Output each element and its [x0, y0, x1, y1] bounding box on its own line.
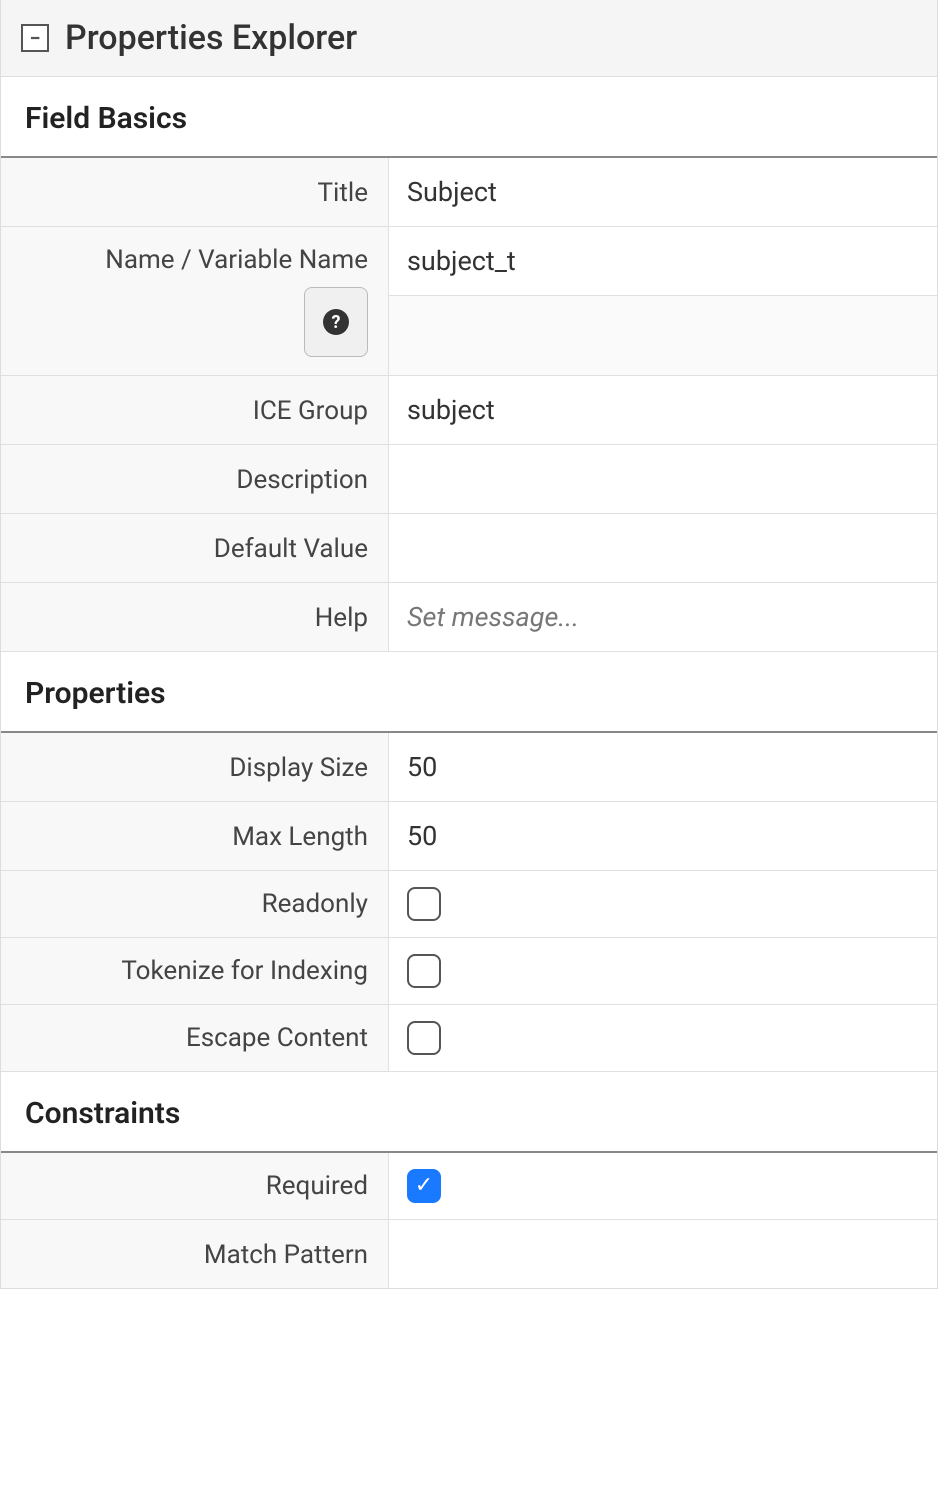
checkbox-readonly[interactable]: [407, 887, 441, 921]
label-help: Help: [1, 583, 389, 651]
name-help-button[interactable]: ?: [304, 287, 368, 357]
row-readonly: Readonly: [1, 871, 937, 938]
input-match-pattern[interactable]: [407, 1234, 919, 1274]
section-constraints-heading: Constraints: [1, 1072, 937, 1153]
label-display-size: Display Size: [1, 733, 389, 801]
input-max-length[interactable]: [407, 816, 919, 856]
row-match-pattern: Match Pattern: [1, 1220, 937, 1288]
checkbox-escape[interactable]: [407, 1021, 441, 1055]
section-field-basics-heading: Field Basics: [1, 77, 937, 158]
input-default-value[interactable]: [407, 528, 919, 568]
checkbox-tokenize[interactable]: [407, 954, 441, 988]
label-escape: Escape Content: [1, 1005, 389, 1071]
row-max-length: Max Length: [1, 802, 937, 871]
checkbox-required[interactable]: ✓: [407, 1169, 441, 1203]
input-ice-group[interactable]: [407, 390, 919, 430]
minus-icon: −: [29, 28, 40, 48]
label-title: Title: [1, 158, 389, 226]
row-display-size: Display Size: [1, 733, 937, 802]
panel-title: Properties Explorer: [65, 18, 357, 58]
label-description: Description: [1, 445, 389, 513]
name-postfix-area: [389, 296, 937, 375]
check-icon: ✓: [415, 1175, 433, 1197]
row-description: Description: [1, 445, 937, 514]
properties-explorer-panel: − Properties Explorer Field Basics Title…: [0, 0, 938, 1289]
input-display-size[interactable]: [407, 747, 919, 787]
row-tokenize: Tokenize for Indexing: [1, 938, 937, 1005]
label-tokenize: Tokenize for Indexing: [1, 938, 389, 1004]
label-max-length: Max Length: [1, 802, 389, 870]
input-help[interactable]: [407, 597, 919, 637]
input-name[interactable]: [407, 241, 919, 281]
row-default-value: Default Value: [1, 514, 937, 583]
label-required: Required: [1, 1153, 389, 1219]
section-properties-heading: Properties: [1, 652, 937, 733]
row-escape: Escape Content: [1, 1005, 937, 1072]
row-name: Name / Variable Name ?: [1, 227, 937, 376]
row-title: Title: [1, 158, 937, 227]
collapse-toggle[interactable]: −: [21, 24, 49, 52]
label-ice-group: ICE Group: [1, 376, 389, 444]
label-default-value: Default Value: [1, 514, 389, 582]
label-match-pattern: Match Pattern: [1, 1220, 389, 1288]
label-name: Name / Variable Name ?: [1, 227, 389, 375]
input-title[interactable]: [407, 172, 919, 212]
row-required: Required ✓: [1, 1153, 937, 1220]
row-ice-group: ICE Group: [1, 376, 937, 445]
panel-header: − Properties Explorer: [1, 0, 937, 77]
input-description[interactable]: [407, 459, 919, 499]
label-readonly: Readonly: [1, 871, 389, 937]
question-icon: ?: [323, 309, 349, 335]
row-help: Help: [1, 583, 937, 652]
